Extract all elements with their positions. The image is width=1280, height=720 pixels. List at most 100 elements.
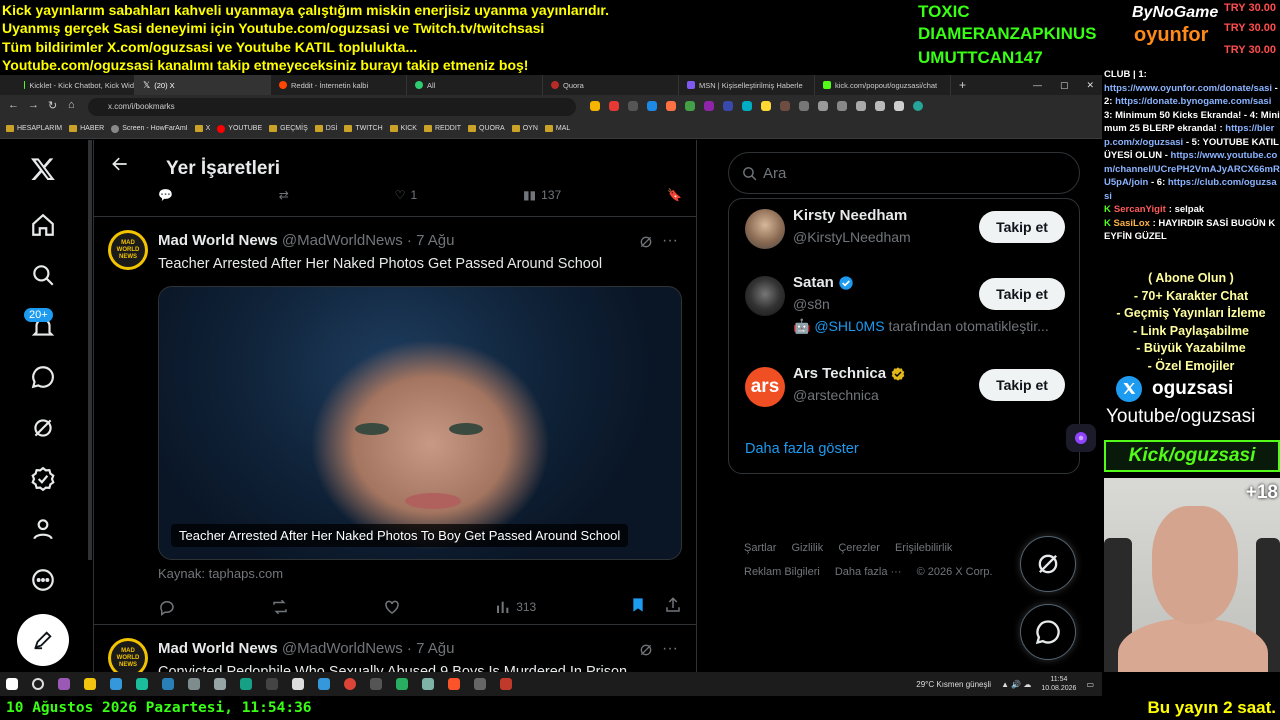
brave-icon[interactable] (448, 678, 460, 690)
extension-icon[interactable] (837, 101, 847, 111)
bookmark-mal[interactable]: MAL (544, 125, 570, 132)
bookmark-youtube[interactable]: YOUTUBE (217, 124, 262, 133)
bookmark-icon[interactable] (630, 596, 646, 617)
follow-suggestion[interactable]: ars Ars Technica @arstechnica Takip et (729, 359, 1081, 419)
show-more-link[interactable]: Daha fazla göster (745, 441, 859, 457)
reply-icon[interactable] (158, 598, 176, 616)
more-options-icon[interactable]: ··· (662, 232, 678, 250)
tweet-date[interactable]: · 7 Ağu (407, 232, 455, 249)
extension-icon[interactable] (799, 101, 809, 111)
automated-by-handle[interactable]: @SHL0MS (814, 318, 884, 334)
folder-icon[interactable] (84, 678, 96, 690)
messages-fab-button[interactable] (1020, 604, 1076, 660)
footer-link[interactable]: Erişilebilirlik (895, 542, 952, 554)
compose-post-button[interactable] (17, 614, 69, 666)
author-handle[interactable]: @MadWorldNews (282, 640, 403, 657)
url-field[interactable]: x.com/i/bookmarks (88, 98, 576, 116)
search-input[interactable]: Ara (728, 152, 1080, 194)
extension-icon[interactable] (780, 101, 790, 111)
follow-button[interactable]: Takip et (979, 369, 1065, 401)
follow-button[interactable]: Takip et (979, 278, 1065, 310)
weather-widget[interactable]: 29°C Kısmen güneşli (916, 680, 991, 689)
app-icon[interactable] (318, 678, 330, 690)
follow-button[interactable]: Takip et (979, 211, 1065, 243)
app-icon[interactable] (474, 678, 486, 690)
messages-icon[interactable] (28, 362, 58, 392)
extension-icon[interactable] (818, 101, 828, 111)
tab-quora[interactable]: Quora (543, 75, 679, 95)
new-tab-button[interactable]: + (951, 75, 981, 95)
author-name[interactable]: Mad World News (158, 640, 278, 657)
edge-icon[interactable] (162, 678, 174, 690)
extension-icon[interactable] (875, 101, 885, 111)
app-icon[interactable] (136, 678, 148, 690)
close-icon[interactable]: ✕ (1086, 80, 1094, 91)
extension-icon[interactable] (628, 101, 638, 111)
suggestion-name[interactable]: Kirsty Needham (793, 207, 907, 224)
grok-explain-icon[interactable] (638, 234, 654, 255)
extension-icon[interactable] (894, 101, 904, 111)
reload-icon[interactable]: ↻ (48, 99, 57, 112)
chat-username[interactable]: SercanYigit (1114, 203, 1166, 217)
app-icon[interactable] (500, 678, 512, 690)
reply-icon[interactable]: 💬 (158, 188, 173, 202)
tab-reddit[interactable]: Reddit - İnternetin kalbi (271, 75, 407, 95)
home-icon[interactable]: ⌂ (68, 99, 75, 111)
retweet-icon[interactable] (270, 598, 290, 616)
notification-icon[interactable]: ▭ (1086, 680, 1094, 689)
chat-link[interactable]: https://donate.bynogame.com/sasi (1115, 96, 1271, 107)
app-icon[interactable] (370, 678, 382, 690)
extension-icon[interactable] (742, 101, 752, 111)
chrome-icon[interactable] (344, 678, 356, 690)
avatar[interactable]: MAD WORLD NEWS (108, 638, 148, 672)
app-icon[interactable] (188, 678, 200, 690)
extension-icon[interactable] (590, 101, 600, 111)
clock[interactable]: 11:54 10.08.2026 (1041, 675, 1076, 693)
back-icon[interactable]: ← (8, 99, 19, 111)
app-icon[interactable] (240, 678, 252, 690)
tweet-date[interactable]: · 7 Ağu (407, 640, 455, 657)
app-icon[interactable] (58, 678, 70, 690)
windows-start-icon[interactable] (6, 678, 18, 690)
grok-fab-button[interactable] (1020, 536, 1076, 592)
footer-link[interactable]: Gizlilik (791, 542, 823, 554)
verified-orgs-icon[interactable] (28, 464, 58, 494)
suggestion-name[interactable]: Ars Technica (793, 365, 906, 382)
chat-link[interactable]: https://www.oyunfor.com/donate/sasi (1104, 83, 1272, 94)
chat-username[interactable]: SasiLox (1114, 218, 1150, 229)
extension-icon[interactable] (856, 101, 866, 111)
scrollbar[interactable] (88, 140, 92, 560)
forward-icon[interactable]: → (28, 99, 39, 111)
tray-icons[interactable]: ▲ 🔊 ☁ (1001, 680, 1031, 689)
grok-icon[interactable] (28, 413, 58, 443)
tab-kick-chat[interactable]: kick.com/popout/oguzsasi/chat (815, 75, 951, 95)
retweet-icon[interactable]: ⇄ (279, 188, 289, 202)
footer-link[interactable]: Reklam Bilgileri (744, 566, 820, 578)
minimize-icon[interactable]: — (1033, 80, 1042, 90)
extension-icon[interactable] (704, 101, 714, 111)
suggestion-name[interactable]: Satan (793, 274, 854, 291)
back-arrow-icon[interactable] (110, 154, 130, 179)
footer-link[interactable]: Daha fazla ··· (835, 566, 902, 578)
app-icon[interactable] (214, 678, 226, 690)
tab-all[interactable]: All (407, 75, 543, 95)
extension-floating-icon[interactable] (1066, 424, 1096, 452)
app-icon[interactable] (292, 678, 304, 690)
x-logo-icon[interactable] (28, 154, 58, 184)
tab-msn[interactable]: MSN | Kişiselleştirilmiş Haberle (679, 75, 815, 95)
bookmark-dsi[interactable]: DSİ (314, 125, 337, 132)
views-button[interactable]: ▮▮ 137 (523, 188, 561, 202)
footer-link[interactable]: Şartlar (744, 542, 776, 554)
more-icon[interactable] (28, 565, 58, 595)
bookmark-haber[interactable]: HABER (69, 125, 104, 132)
link-source[interactable]: Kaynak: taphaps.com (158, 566, 283, 581)
bookmark-reddit[interactable]: REDDIT (423, 125, 461, 132)
extension-icon[interactable] (609, 101, 619, 111)
share-icon[interactable] (664, 596, 682, 617)
author-handle[interactable]: @MadWorldNews (282, 232, 403, 249)
search-icon[interactable] (32, 678, 44, 690)
extension-icon[interactable] (723, 101, 733, 111)
views-button[interactable]: 313 (495, 599, 536, 615)
tweet-media-image[interactable]: Teacher Arrested After Her Naked Photos … (158, 286, 682, 560)
follow-suggestion[interactable]: Satan @s8n 🤖 @SHL0MS tarafından otomatik… (729, 268, 1081, 348)
